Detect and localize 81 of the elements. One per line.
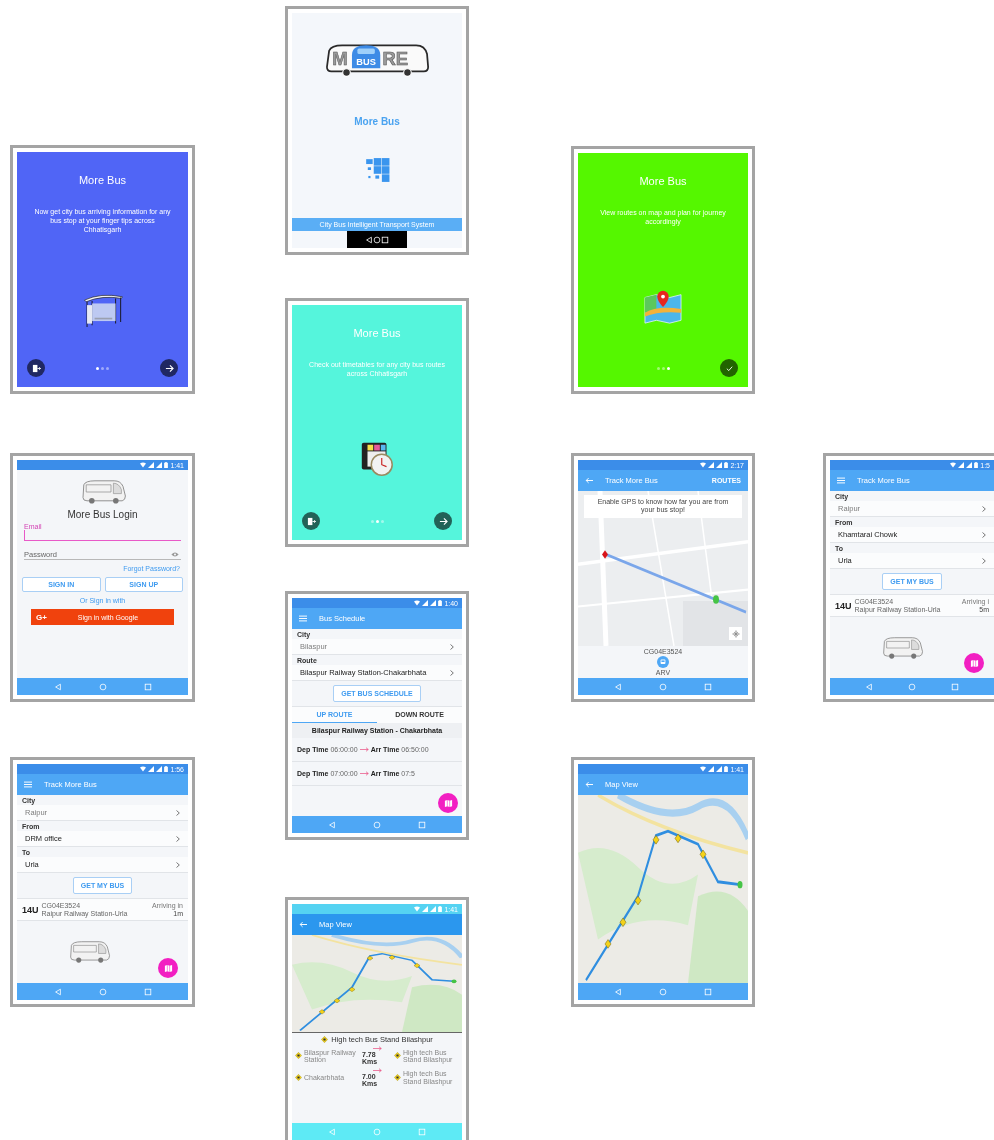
wifi-icon <box>414 906 421 912</box>
page-dot[interactable] <box>101 366 104 370</box>
arrow-right-icon <box>372 1067 382 1073</box>
bus-stop-icon <box>295 1052 302 1060</box>
page-dot[interactable] <box>96 366 99 370</box>
screen-title: More Bus <box>78 174 127 186</box>
arrow-right-icon <box>372 1046 382 1051</box>
crosshair-icon <box>731 629 740 638</box>
map-button[interactable] <box>438 793 458 813</box>
skip-button[interactable] <box>27 359 45 377</box>
arrow-left-icon[interactable] <box>299 921 307 928</box>
battery-icon <box>164 462 169 468</box>
eye-icon[interactable] <box>171 552 179 557</box>
arrow-right-icon <box>164 363 174 373</box>
chevron-icon <box>176 861 180 868</box>
page-dot[interactable] <box>666 366 670 370</box>
arrow-left-icon[interactable] <box>585 781 593 788</box>
chevron-icon <box>450 643 454 650</box>
bus-stop-icon <box>321 1036 329 1043</box>
page-dot[interactable] <box>370 519 374 523</box>
map-icon <box>969 658 979 668</box>
chevron-icon <box>982 505 986 512</box>
bus-stop-icon <box>394 1074 401 1082</box>
menu-icon[interactable] <box>837 477 845 484</box>
wifi-icon <box>950 462 957 468</box>
screen-title: More Bus <box>353 327 401 339</box>
wifi-icon <box>700 766 707 772</box>
arrow-right-icon <box>438 516 448 526</box>
route-number: 14U <box>835 600 852 611</box>
page-dot[interactable] <box>656 366 660 370</box>
wifi-icon <box>140 462 147 468</box>
exit-icon <box>31 363 41 373</box>
chevron-icon <box>450 669 454 676</box>
chevron-icon <box>176 809 180 816</box>
back-icon[interactable] <box>365 235 373 244</box>
battery-icon <box>438 906 443 912</box>
bus-stop-icon <box>295 1074 302 1082</box>
login-title: More Bus Login <box>66 509 139 520</box>
email-field[interactable] <box>24 530 181 541</box>
page-dot[interactable] <box>375 519 379 523</box>
battery-icon <box>974 462 979 468</box>
map-icon <box>163 963 173 973</box>
page-dot[interactable] <box>661 366 665 370</box>
chevron-icon <box>982 531 986 538</box>
skip-button[interactable] <box>302 512 320 530</box>
recents-icon[interactable] <box>381 235 389 244</box>
done-button[interactable] <box>720 359 738 377</box>
check-icon <box>724 363 734 373</box>
arrow-right-icon <box>359 771 369 776</box>
map-icon <box>443 798 453 808</box>
wifi-icon <box>414 600 421 606</box>
arrow-right-icon <box>359 747 369 752</box>
map-button[interactable] <box>158 958 178 978</box>
bus-drawing <box>880 634 924 661</box>
battery-icon <box>724 462 729 468</box>
next-button[interactable] <box>160 359 178 377</box>
wifi-icon <box>140 766 147 772</box>
chevron-icon <box>176 835 180 842</box>
app-title: More Bus <box>354 116 400 127</box>
page-dot[interactable] <box>380 519 384 523</box>
menu-icon[interactable] <box>299 615 307 622</box>
map-button[interactable] <box>964 653 984 673</box>
bus-drawing <box>67 939 111 965</box>
screen-title: More Bus <box>639 175 687 187</box>
next-button[interactable] <box>434 512 452 530</box>
route-number: 14U <box>22 904 39 915</box>
chevron-icon <box>982 557 986 564</box>
battery-icon <box>724 766 729 772</box>
exit-icon <box>306 516 316 526</box>
bus-button[interactable] <box>657 656 669 668</box>
battery-icon <box>438 600 443 606</box>
bus-icon <box>659 658 667 666</box>
arrow-left-icon[interactable] <box>585 477 593 484</box>
wifi-icon <box>700 462 707 468</box>
menu-icon[interactable] <box>24 781 32 788</box>
home-icon[interactable] <box>373 235 381 244</box>
battery-icon <box>164 766 169 772</box>
locate-button[interactable] <box>729 627 742 640</box>
bus-stop-icon <box>394 1052 401 1060</box>
squares-icon <box>364 157 390 183</box>
page-dot[interactable] <box>106 366 109 370</box>
